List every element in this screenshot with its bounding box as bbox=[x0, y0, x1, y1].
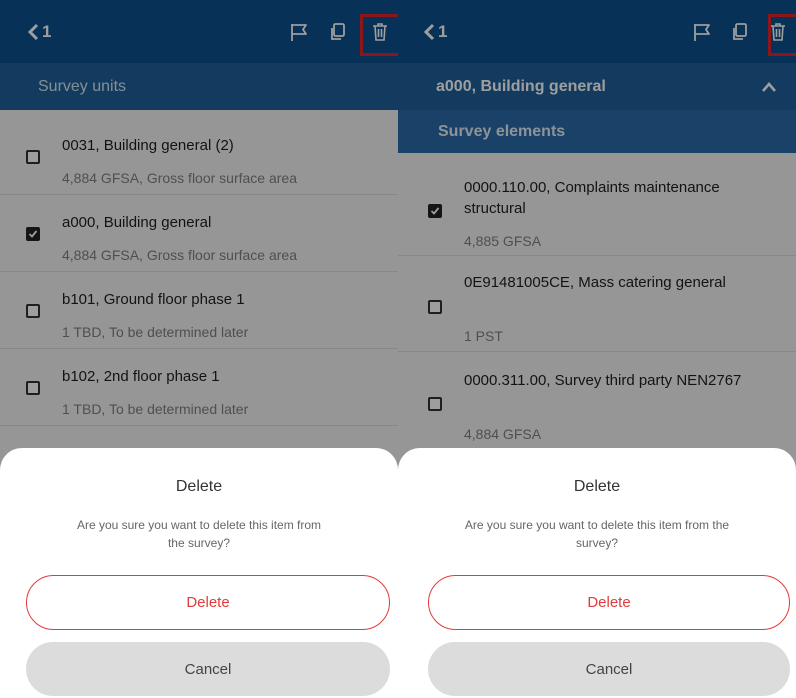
dialog-message: Are you sure you want to delete this ite… bbox=[76, 518, 322, 550]
cancel-button[interactable]: Cancel bbox=[428, 642, 790, 696]
confirm-delete-button[interactable]: Delete bbox=[26, 575, 390, 630]
dialog-message: Are you sure you want to delete this ite… bbox=[464, 518, 730, 550]
dialog-title: Delete bbox=[175, 478, 223, 495]
cancel-button[interactable]: Cancel bbox=[26, 642, 390, 696]
confirm-delete-button[interactable]: Delete bbox=[428, 575, 790, 630]
right-panel: 1 a000, Building general Survey elements… bbox=[398, 0, 796, 698]
left-panel: 1 Survey units 0031, Building general (2… bbox=[0, 0, 398, 698]
delete-dialog: Delete Are you sure you want to delete t… bbox=[0, 448, 398, 698]
delete-dialog: Delete Are you sure you want to delete t… bbox=[398, 448, 796, 698]
dialog-title: Delete bbox=[573, 478, 621, 495]
